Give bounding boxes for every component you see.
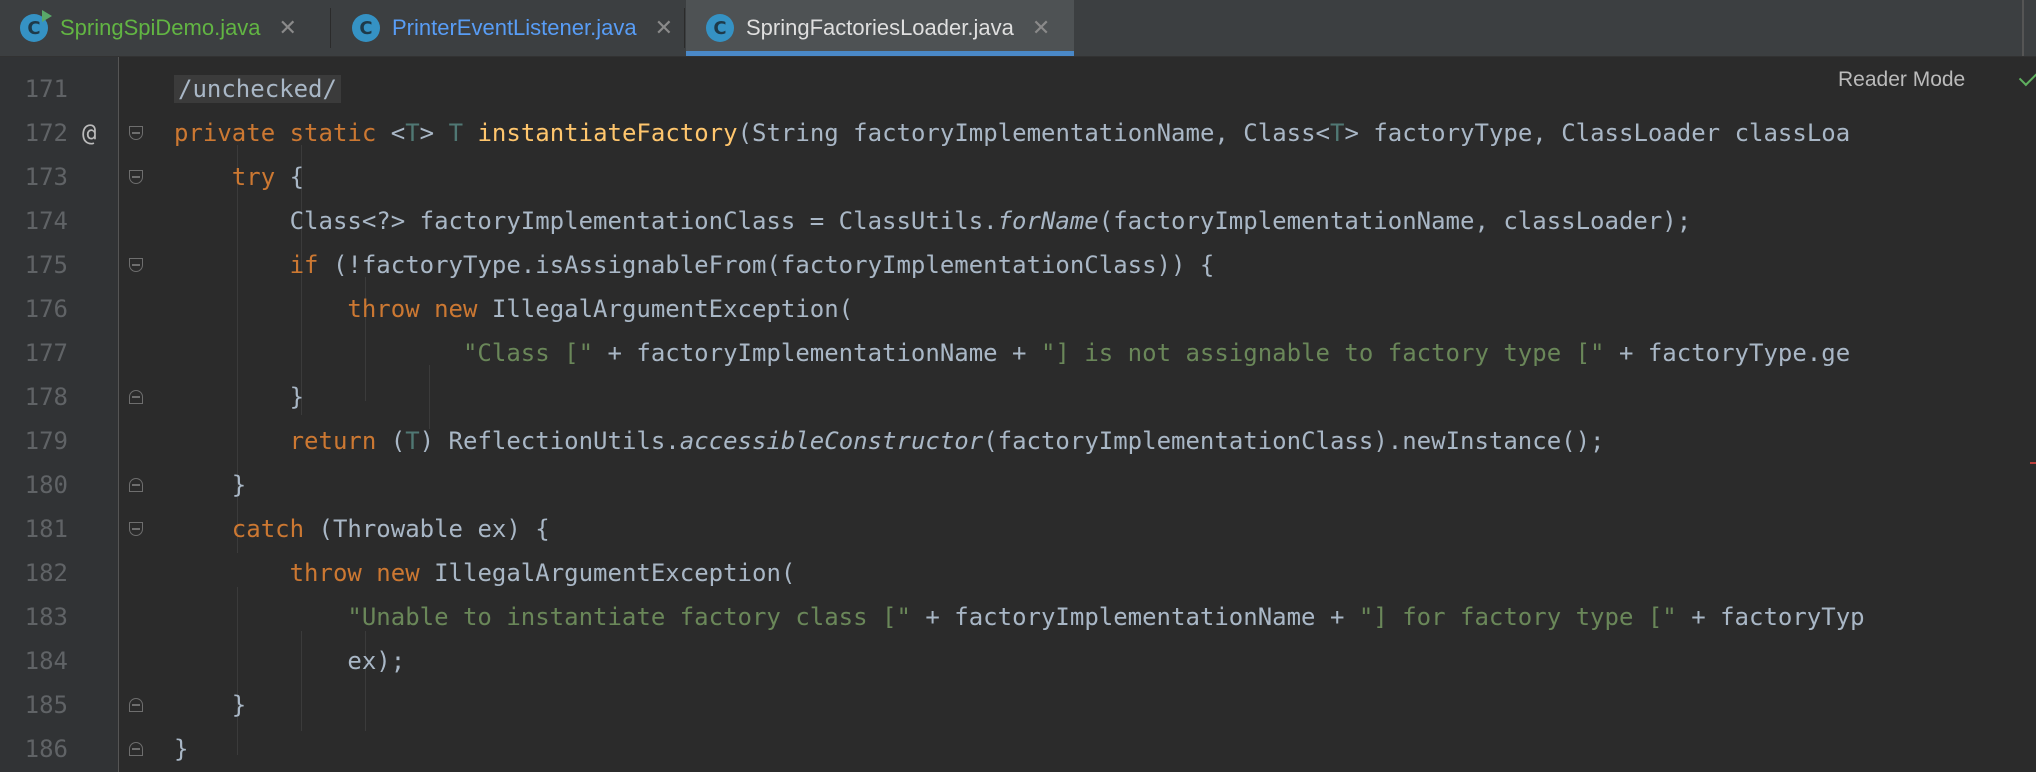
code-line-172: private static <T> T instantiateFactory(… — [174, 119, 1851, 147]
fold-icon[interactable] — [129, 478, 143, 492]
fold-icon[interactable] — [129, 258, 143, 272]
tab-spring-spi-demo[interactable]: C SpringSpiDemo.java ✕ — [0, 0, 330, 56]
line-number: 172 — [24, 119, 68, 147]
tab-printer-event-listener[interactable]: C PrinterEventListener.java ✕ — [332, 0, 684, 56]
reader-mode-button[interactable]: Reader Mode — [1838, 68, 1965, 92]
code-line-173: try { — [231, 163, 305, 191]
editor-tab-bar: C SpringSpiDemo.java ✕ C PrinterEventLis… — [0, 0, 2036, 57]
line-number: 177 — [24, 339, 68, 367]
line-number: 186 — [24, 735, 68, 763]
line-number: 178 — [24, 383, 68, 411]
code-line-177: "Class [" + factoryImplementationName + … — [462, 339, 1851, 367]
fold-icon[interactable] — [129, 742, 143, 756]
code-line-184: ex); — [347, 647, 406, 675]
code-line-178: } — [289, 383, 305, 411]
code-line-175: if (!factoryType.isAssignableFrom(factor… — [289, 251, 1215, 279]
line-number: 173 — [24, 163, 68, 191]
tab-spring-factories-loader[interactable]: C SpringFactoriesLoader.java ✕ — [686, 0, 1074, 56]
annotation-text: /unchecked/ — [174, 75, 341, 103]
code-line-185: } — [231, 691, 247, 719]
close-icon[interactable]: ✕ — [1032, 16, 1050, 41]
close-icon[interactable]: ✕ — [655, 16, 673, 41]
tab-label: PrinterEventListener.java — [392, 15, 637, 40]
line-number: 171 — [24, 75, 68, 103]
line-number: 181 — [24, 515, 68, 543]
line-number: 176 — [24, 295, 68, 323]
code-line-186: } — [174, 735, 189, 763]
line-number: 180 — [24, 471, 68, 499]
fold-icon[interactable] — [129, 126, 143, 140]
code-line-180: } — [231, 471, 247, 499]
code-line-176: throw new IllegalArgumentException( — [347, 295, 854, 323]
fold-icon[interactable] — [129, 170, 143, 184]
code-line-181: catch (Throwable ex) { — [231, 515, 550, 543]
java-class-run-icon: C — [20, 10, 52, 42]
line-number: 184 — [24, 647, 68, 675]
code-line-179: return (T) ReflectionUtils.accessibleCon… — [289, 427, 1605, 455]
code-line-183: "Unable to instantiate factory class [" … — [347, 603, 1865, 631]
tab-label: SpringSpiDemo.java — [60, 15, 261, 40]
java-class-icon: C — [706, 14, 734, 42]
override-marker-icon[interactable]: @ — [82, 118, 96, 148]
java-class-icon: C — [352, 14, 380, 42]
close-icon[interactable]: ✕ — [279, 16, 297, 41]
code-line-182: throw new IllegalArgumentException( — [289, 559, 796, 587]
fold-icon[interactable] — [129, 698, 143, 712]
line-number: 182 — [24, 559, 68, 587]
fold-icon[interactable] — [129, 522, 143, 536]
line-number: 174 — [24, 207, 68, 235]
code-line-174: Class<?> factoryImplementationClass = Cl… — [289, 207, 1692, 235]
fold-icon[interactable] — [129, 390, 143, 404]
tab-label: SpringFactoriesLoader.java — [746, 15, 1014, 40]
line-number: 179 — [24, 427, 68, 455]
code-editor[interactable]: /unchecked/ private static <T> T instant… — [174, 57, 2034, 772]
code-line-171: /unchecked/ — [174, 74, 341, 104]
line-number: 175 — [24, 251, 68, 279]
line-number: 183 — [24, 603, 68, 631]
error-stripe-mark[interactable] — [2030, 462, 2036, 464]
line-number: 185 — [24, 691, 68, 719]
